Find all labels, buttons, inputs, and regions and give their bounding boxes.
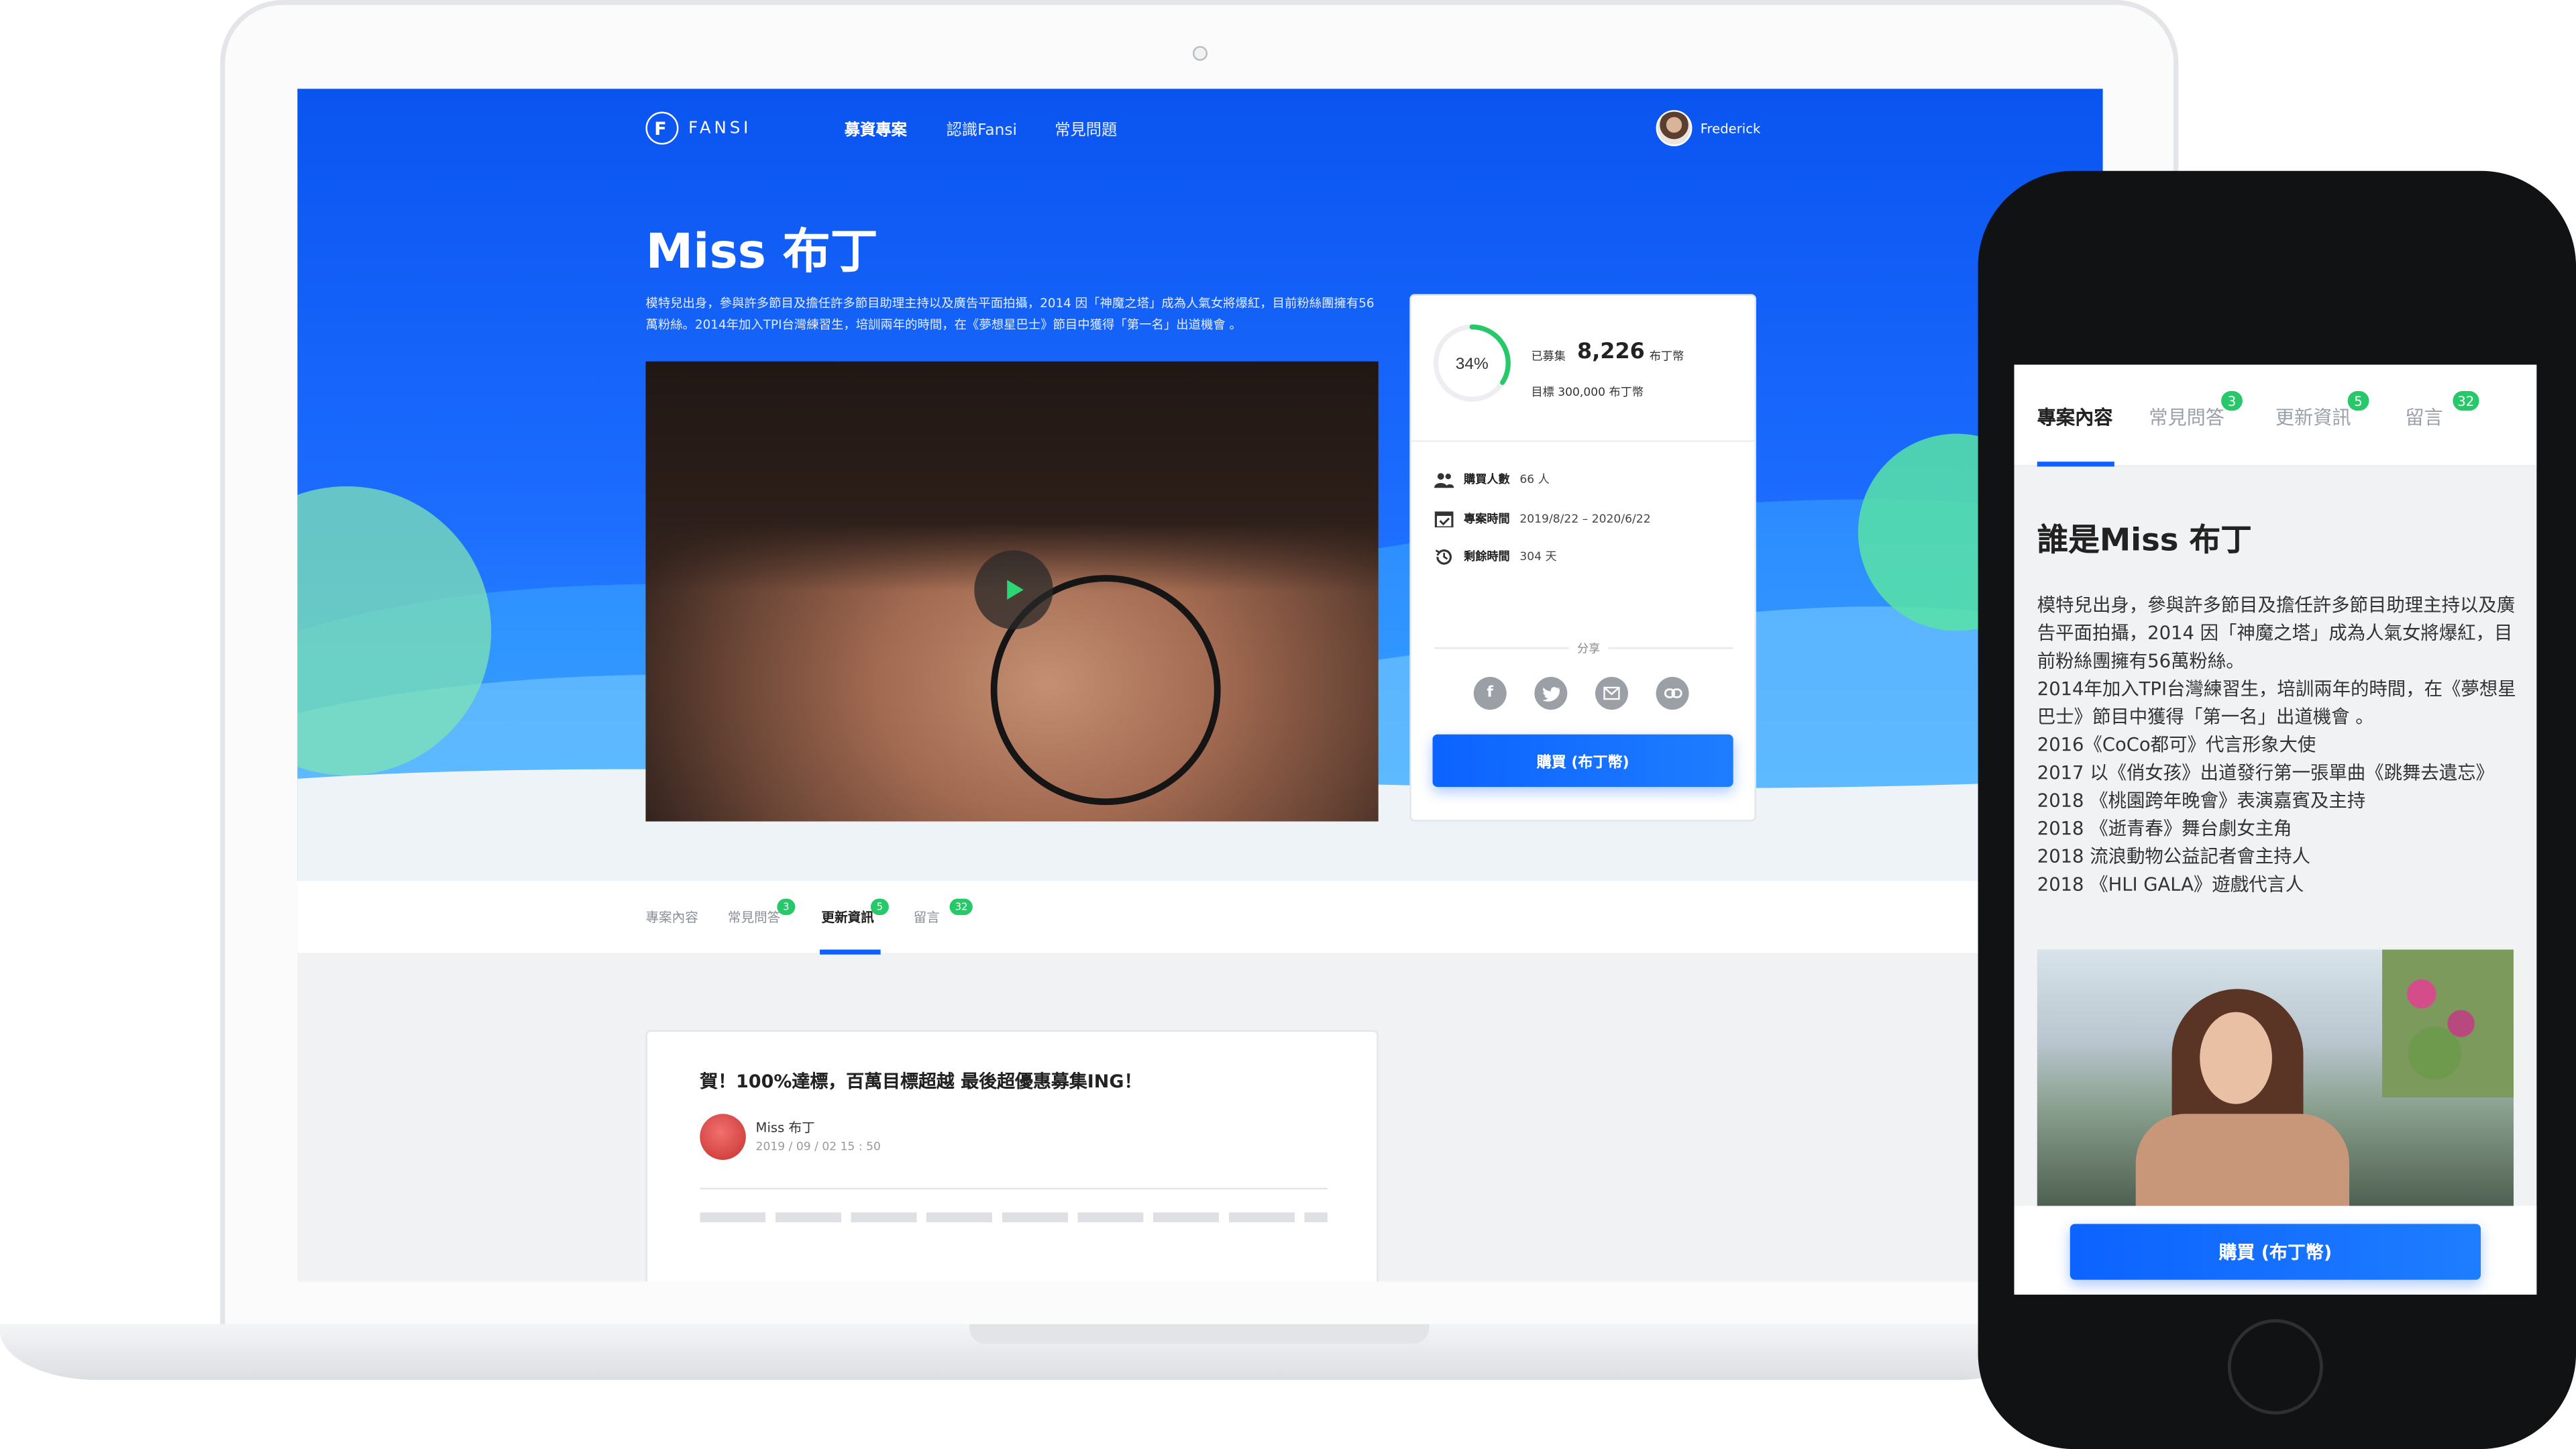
faq-badge: 3	[777, 898, 796, 916]
funding-card: 34% 已募集 8,226 布丁幣 目標 300,000 布丁幣 購買人數 66…	[1409, 294, 1756, 822]
photo-coat-shape	[2135, 1114, 2350, 1213]
top-nav: F FANSI 募資專案 認識Fansi 常見問題 Frederick	[297, 89, 2102, 170]
tab-comments[interactable]: 留言 32	[913, 898, 973, 926]
period-value: 2019/8/22 – 2020/6/22	[1519, 511, 1651, 525]
progress-ring: 34%	[1433, 324, 1511, 402]
goal-text: 目標 300,000 布丁幣	[1531, 386, 1644, 400]
project-description: 模特兒出身，參與許多節目及擔任許多節目助理主持以及廣告平面拍攝，2014 因「神…	[645, 295, 1375, 332]
stat-period: 專案時間 2019/8/22 – 2020/6/22	[1434, 509, 1651, 528]
fansi-logo[interactable]: F FANSI	[645, 111, 752, 145]
mail-icon[interactable]	[1595, 676, 1628, 710]
link-icon[interactable]	[1656, 676, 1689, 710]
tab-faq[interactable]: 常見問答 3	[727, 898, 796, 926]
mobile-faq-badge: 3	[2221, 390, 2243, 411]
mobile-content: 誰是Miss 布丁 模特兒出身，參與許多節目及擔任許多節目助理主持以及廣告平面拍…	[2014, 466, 2537, 1295]
desktop-screen: F FANSI 募資專案 認識Fansi 常見問題 Frederick Miss…	[297, 89, 2103, 1282]
raised-value: 8,226	[1577, 339, 1645, 365]
post-author-avatar	[700, 1114, 746, 1160]
nav-about[interactable]: 認識Fansi	[947, 117, 1017, 140]
post-body-preview	[700, 1212, 1328, 1223]
raised-unit: 布丁幣	[1649, 350, 1684, 364]
buyers-value: 66 人	[1519, 473, 1550, 486]
calendar-icon	[1434, 511, 1454, 528]
photo-face-shape	[2200, 1012, 2272, 1104]
hero-banner: F FANSI 募資專案 認識Fansi 常見問題 Frederick Miss…	[297, 89, 2103, 881]
mobile-bio: 模特兒出身，參與許多節目及擔任許多節目助理主持以及廣告平面拍攝，2014 因「神…	[2037, 592, 2524, 899]
mobile-tab-content[interactable]: 專案內容	[2037, 404, 2113, 430]
raised-label: 已募集	[1531, 350, 1566, 364]
laptop-notch	[969, 1324, 1430, 1344]
active-tab-indicator	[820, 949, 881, 955]
stat-remaining: 剩餘時間 304 天	[1434, 547, 1557, 567]
tab-updates[interactable]: 更新資訊 5	[821, 898, 889, 926]
bio-line: 2014年加入TPI台灣練習生，培訓兩年的時間，在《夢想星巴士》節目中獲得「第一…	[2037, 678, 2516, 728]
mobile-comments-badge: 32	[2452, 390, 2479, 411]
mobile-buy-button[interactable]: 購買 (布丁幣)	[2070, 1224, 2481, 1280]
bio-line: 模特兒出身，參與許多節目及擔任許多節目助理主持以及廣告平面拍攝，2014 因「神…	[2037, 594, 2516, 672]
nav-projects[interactable]: 募資專案	[845, 117, 907, 140]
bio-line: 2017 以《俏女孩》出道發行第一張單曲《跳舞去遺忘》	[2037, 762, 2494, 784]
update-post[interactable]: 賀！100%達標，百萬目標超越 最後超優惠募集ING！ Miss 布丁 2019…	[645, 1030, 1379, 1282]
buy-button[interactable]: 購買 (布丁幣)	[1432, 734, 1733, 788]
bio-line: 2018 流浪動物公益記者會主持人	[2037, 846, 2310, 868]
mobile-buy-bar: 購買 (布丁幣)	[2014, 1205, 2537, 1295]
people-icon	[1434, 473, 1454, 488]
mobile-tab-comments[interactable]: 留言 32	[2405, 390, 2479, 430]
share-label: 分享	[1568, 641, 1609, 657]
mobile-tab-updates-label: 更新資訊	[2275, 405, 2351, 429]
mobile-active-tab-indicator	[2037, 462, 2114, 467]
bio-line: 2018 《桃園跨年晚會》表演嘉賓及主持	[2037, 790, 2366, 812]
share-icons: f	[1473, 676, 1689, 710]
content-tabs: 專案內容 常見問答 3 更新資訊 5 留言 32	[297, 880, 2103, 953]
mobile-tab-content-label: 專案內容	[2037, 405, 2113, 429]
tab-content[interactable]: 專案內容	[645, 908, 698, 926]
post-author: Miss 布丁	[755, 1120, 815, 1136]
progress-percent: 34%	[1456, 355, 1489, 373]
mobile-tab-updates[interactable]: 更新資訊 5	[2275, 390, 2369, 430]
play-button[interactable]	[974, 550, 1053, 629]
card-divider	[1411, 440, 1755, 442]
bio-line: 2018 《HLI GALA》遊戲代言人	[2037, 873, 2304, 896]
camera-dot	[1192, 46, 1208, 61]
stat-buyers: 購買人數 66 人	[1434, 472, 1550, 488]
home-button[interactable]	[2227, 1319, 2323, 1415]
facebook-icon[interactable]: f	[1473, 676, 1507, 710]
showcase-stage: F FANSI 募資專案 認識Fansi 常見問題 Frederick Miss…	[0, 0, 2576, 1449]
updates-badge: 5	[870, 898, 889, 916]
remain-label: 剩餘時間	[1464, 550, 1510, 564]
period-label: 專案時間	[1464, 511, 1510, 525]
mobile-tab-faq-label: 常見問答	[2149, 405, 2224, 429]
user-menu[interactable]: Frederick	[1656, 110, 1761, 146]
mobile-updates-badge: 5	[2347, 390, 2369, 411]
post-date: 2019 / 09 / 02 15 : 50	[755, 1140, 881, 1154]
mobile-tabs: 專案內容 常見問答 3 更新資訊 5 留言 32	[2014, 364, 2537, 467]
fansi-logo-icon: F	[645, 111, 679, 145]
post-title: 賀！100%達標，百萬目標超越 最後超優惠募集ING！	[700, 1071, 1142, 1093]
bio-line: 2018 《逝青春》舞台劇女主角	[2037, 818, 2292, 840]
twitter-icon[interactable]	[1534, 676, 1568, 710]
history-icon	[1435, 549, 1452, 565]
tab-comments-label: 留言	[913, 910, 940, 925]
mobile-photo	[2037, 949, 2514, 1213]
user-name: Frederick	[1700, 121, 1761, 136]
photo-flowers-shape	[2382, 949, 2514, 1097]
user-avatar	[1656, 110, 1693, 146]
tab-content-label: 專案內容	[645, 910, 698, 925]
nav-faq[interactable]: 常見問題	[1055, 117, 1117, 140]
buyers-label: 購買人數	[1464, 473, 1510, 486]
remain-value: 304 天	[1519, 550, 1557, 564]
brand-name: FANSI	[688, 119, 752, 138]
play-icon	[1007, 580, 1024, 600]
mobile-screen: 專案內容 常見問答 3 更新資訊 5 留言 32 誰是Miss 布丁 模特兒出身…	[2014, 364, 2537, 1295]
project-video[interactable]	[645, 361, 1379, 822]
comments-badge: 32	[950, 898, 973, 916]
mobile-tab-faq[interactable]: 常見問答 3	[2149, 390, 2243, 430]
tab-updates-label: 更新資訊	[821, 910, 874, 925]
tab-faq-label: 常見問答	[727, 910, 781, 925]
bio-line: 2016《CoCo都可》代言形象大使	[2037, 734, 2316, 756]
post-divider	[700, 1187, 1328, 1190]
mobile-heading: 誰是Miss 布丁	[2037, 522, 2252, 559]
mobile-tab-comments-label: 留言	[2405, 405, 2443, 429]
project-title: Miss 布丁	[645, 223, 878, 280]
